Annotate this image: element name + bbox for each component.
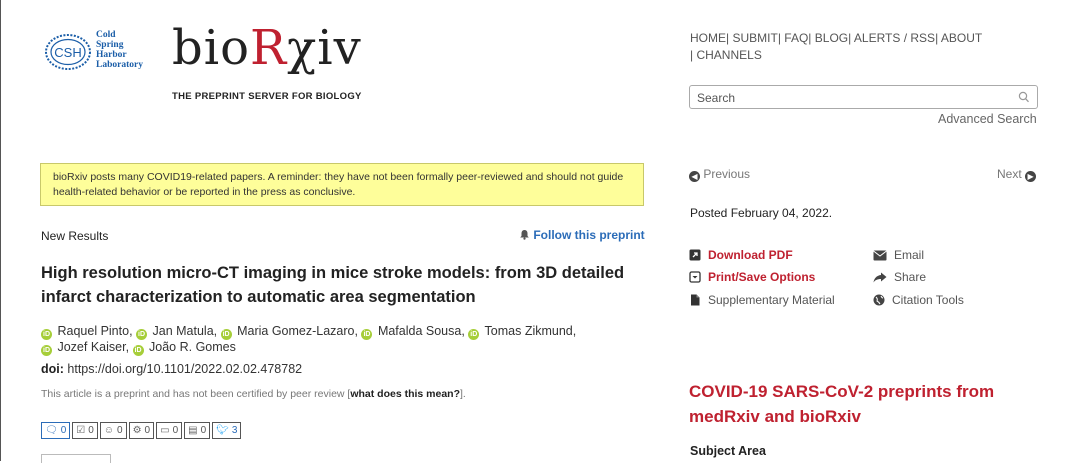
bell-icon	[520, 230, 529, 240]
search-box	[689, 85, 1038, 109]
csh-badge-text: CSH	[54, 45, 81, 60]
nav-sep: |	[726, 31, 730, 45]
orcid-icon: iD	[220, 329, 232, 340]
brand-r: R	[249, 20, 288, 76]
nav-submit[interactable]: SUBMIT	[732, 31, 777, 45]
share-link[interactable]: Share	[873, 270, 926, 284]
nav-sep: |	[777, 31, 781, 45]
nav-channels[interactable]: CHANNELS	[696, 48, 761, 62]
twitter-counter[interactable]: 🐦︎ 3	[212, 422, 242, 439]
csh-line: Spring	[96, 40, 124, 50]
author[interactable]: iD Raquel Pinto	[41, 324, 129, 340]
group-icon: ☺	[103, 425, 115, 436]
email-link[interactable]: Email	[873, 248, 924, 262]
preprint-note: This article is a preprint and has not b…	[41, 388, 466, 400]
orcid-icon: iD	[468, 329, 480, 340]
section-label: New Results	[41, 229, 109, 243]
brand-suffix: χiv	[287, 20, 362, 76]
advanced-search-link[interactable]: Advanced Search	[938, 112, 1037, 126]
nav-home[interactable]: HOME	[690, 31, 726, 45]
doi-label: doi:	[41, 362, 64, 376]
nav-faq[interactable]: FAQ	[784, 31, 808, 45]
share-icon	[873, 271, 887, 283]
author[interactable]: iD Mafalda Sousa	[361, 324, 461, 340]
nav-sep: |	[690, 48, 694, 62]
csh-line: Laboratory	[96, 60, 143, 70]
review-icon: ☑	[76, 425, 86, 436]
comments-counter[interactable]: 🗨 0	[41, 422, 71, 439]
metrics-counters: 🗨 0 ☑ 0 ☺ 0 ⚙ 0 ▭ 0 ▤ 0 🐦︎ 3	[41, 420, 243, 439]
author[interactable]: iD Jan Matula	[136, 324, 214, 340]
nav-sep: |	[848, 31, 852, 45]
download-pdf-link[interactable]: Download PDF	[689, 248, 793, 262]
previous-link[interactable]: ◀ Previous	[689, 167, 750, 182]
biorxiv-logo[interactable]: bioRχiv	[172, 22, 362, 74]
film-icon: ▤	[188, 425, 198, 436]
video-counter[interactable]: ▤ 0	[184, 422, 211, 439]
nav-about[interactable]: ABOUT	[941, 31, 982, 45]
author[interactable]: iD Maria Gomez-Lazaro	[220, 324, 355, 340]
gears-icon: ⚙	[132, 425, 142, 436]
twitter-icon: 🐦︎	[216, 425, 229, 436]
caret-square-down-icon	[689, 271, 701, 283]
covid-heading[interactable]: COVID-19 SARS-CoV-2 preprints from medRx…	[689, 379, 1029, 429]
author[interactable]: iD Jozef Kaiser	[41, 340, 126, 356]
nav-sep: |	[935, 31, 939, 45]
nav-blog[interactable]: BLOG	[815, 31, 848, 45]
print-save-link[interactable]: Print/Save Options	[689, 270, 815, 284]
search-input[interactable]	[695, 87, 1009, 109]
subject-area-heading: Subject Area	[690, 444, 766, 458]
media-counter[interactable]: ▭ 0	[156, 422, 183, 439]
csh-line: Harbor	[96, 50, 127, 60]
nav-sep: |	[808, 31, 812, 45]
follow-preprint-link[interactable]: Follow this preprint	[519, 228, 645, 242]
posted-date: Posted February 04, 2022.	[690, 206, 833, 220]
globe-icon	[873, 294, 885, 306]
csh-line: Cold	[96, 30, 116, 40]
author[interactable]: iD Tomas Zikmund	[468, 324, 573, 340]
search-icon[interactable]	[1018, 90, 1030, 104]
chevron-right-icon: ▶	[1025, 171, 1037, 182]
follow-label: Follow this preprint	[533, 228, 645, 242]
covid-notice: bioRxiv posts many COVID19-related paper…	[40, 163, 644, 206]
tools-counter[interactable]: ⚙ 0	[128, 422, 155, 439]
orcid-icon: iD	[41, 345, 52, 356]
brand-prefix: bio	[172, 20, 250, 76]
download-icon	[689, 249, 701, 261]
what-does-this-mean-link[interactable]: what does this mean?	[350, 388, 460, 400]
nav-alerts-rss[interactable]: ALERTS / RSS	[854, 31, 935, 45]
article-title: High resolution micro-CT imaging in mice…	[41, 264, 625, 306]
monitor-icon: ▭	[160, 425, 170, 436]
supplementary-link[interactable]: Supplementary Material	[689, 293, 835, 307]
top-nav: HOME| SUBMIT| FAQ| BLOG| ALERTS / RSS| A…	[690, 30, 1010, 64]
orcid-icon: iD	[132, 345, 144, 356]
csh-name: Cold Spring Harbor Laboratory	[96, 30, 143, 70]
author-list: iD Raquel Pinto, iD Jan Matula, iD Maria…	[41, 324, 577, 356]
community-counter[interactable]: ☺ 0	[99, 422, 127, 439]
reviews-counter[interactable]: ☑ 0	[72, 422, 98, 439]
orcid-icon: iD	[361, 329, 373, 340]
comment-icon: 🗨	[45, 425, 58, 436]
doi-link[interactable]: https://doi.org/10.1101/2022.02.02.47878…	[67, 362, 302, 376]
doi-line: doi: https://doi.org/10.1101/2022.02.02.…	[41, 362, 302, 376]
file-icon	[689, 294, 701, 306]
envelope-icon	[873, 249, 887, 261]
citation-tools-link[interactable]: Citation Tools	[873, 293, 964, 307]
tab-stub[interactable]	[41, 454, 111, 463]
csh-badge-icon: CSH	[45, 34, 91, 70]
author[interactable]: iD João R. Gomes	[132, 340, 236, 356]
next-link[interactable]: Next ▶	[997, 167, 1037, 182]
chevron-left-icon: ◀	[689, 171, 700, 182]
orcid-icon: iD	[41, 329, 52, 340]
orcid-icon: iD	[136, 329, 148, 340]
page-left-border	[0, 0, 1, 461]
tagline: THE PREPRINT SERVER FOR BIOLOGY	[172, 91, 362, 102]
